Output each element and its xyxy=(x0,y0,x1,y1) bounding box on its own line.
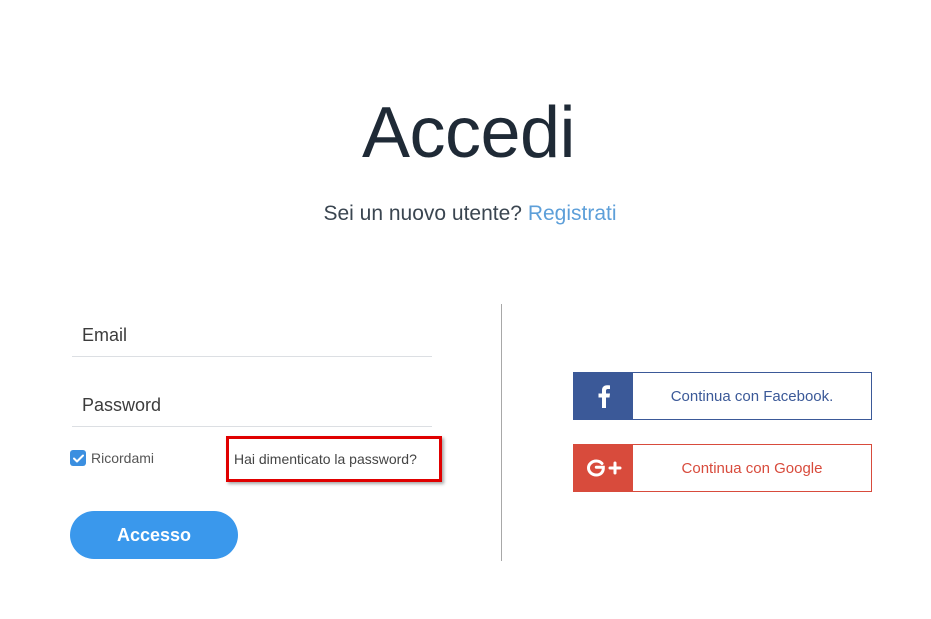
remember-me[interactable]: Ricordami xyxy=(70,450,154,466)
login-button[interactable]: Accesso xyxy=(70,511,238,559)
facebook-login-button[interactable]: Continua con Facebook. xyxy=(573,372,872,420)
google-login-button[interactable]: Continua con Google xyxy=(573,444,872,492)
password-field[interactable] xyxy=(72,385,432,426)
password-field-wrapper xyxy=(72,385,432,427)
email-field[interactable] xyxy=(72,315,432,356)
facebook-icon xyxy=(598,385,610,408)
signup-link[interactable]: Registrati xyxy=(528,202,617,225)
remember-label: Ricordami xyxy=(91,450,155,466)
remember-checkbox[interactable] xyxy=(70,450,86,466)
google-icon-box xyxy=(574,445,633,491)
check-icon xyxy=(72,454,84,462)
facebook-login-label: Continua con Facebook. xyxy=(670,387,834,405)
vertical-divider xyxy=(501,304,502,561)
login-page: Accedi Sei un nuovo utente? Registrati R… xyxy=(0,0,931,619)
signup-prompt: Sei un nuovo utente? Registrati xyxy=(0,202,931,226)
email-field-wrapper xyxy=(72,315,432,357)
page-title: Accedi xyxy=(361,93,576,173)
signup-prompt-text: Sei un nuovo utente? xyxy=(323,202,522,225)
forgot-password-link[interactable]: Hai dimenticato la password? xyxy=(234,451,417,467)
google-login-label: Continua con Google xyxy=(681,459,823,477)
google-plus-icon xyxy=(586,459,621,477)
facebook-icon-box xyxy=(574,373,633,419)
